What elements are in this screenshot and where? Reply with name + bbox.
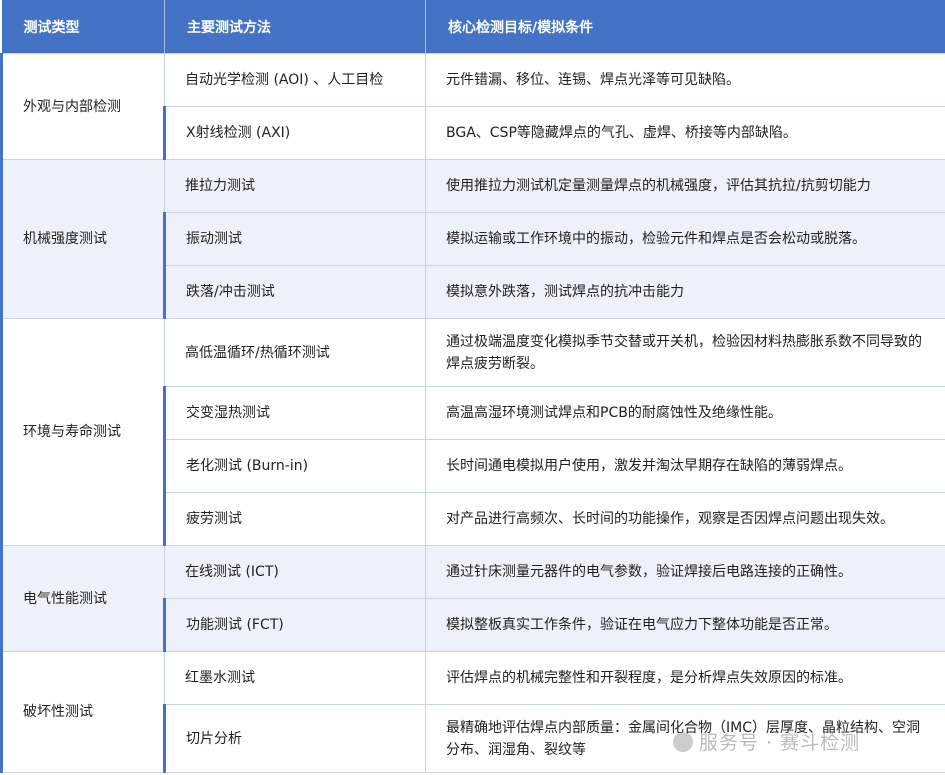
category-cell: 环境与寿命测试 bbox=[0, 318, 165, 546]
method-cell: 功能测试 (FCT) bbox=[163, 598, 426, 652]
category-cell: 电气性能测试 bbox=[0, 545, 165, 652]
method-cell: 红墨水测试 bbox=[164, 651, 426, 705]
watermark-text: 服务号 · 赛斗检测 bbox=[699, 732, 861, 754]
table-row: 环境与寿命测试 高低温循环/热循环测试 通过极端温度变化模拟季节交替或开关机，检… bbox=[0, 318, 945, 546]
method-cell: 振动测试 bbox=[163, 212, 426, 266]
account-icon bbox=[673, 732, 693, 752]
goal-cell: 长时间通电模拟用户使用，激发并淘汰早期存在缺陷的薄弱焊点。 bbox=[425, 439, 945, 493]
method-cell: X射线检测 (AXI) bbox=[163, 106, 426, 160]
goal-cell: 模拟运输或工作环境中的振动，检验元件和焊点是否会松动或脱落。 bbox=[425, 212, 945, 266]
category-cell: 破坏性测试 bbox=[0, 651, 165, 773]
watermark: 服务号 · 赛斗检测 bbox=[673, 728, 860, 755]
goal-cell: 对产品进行高频次、长时间的功能操作，观察是否因焊点问题出现失效。 bbox=[425, 492, 945, 546]
goal-cell: 高温高湿环境测试焊点和PCB的耐腐蚀性及绝缘性能。 bbox=[425, 386, 945, 440]
method-cell: 自动光学检测 (AOI) 、人工目检 bbox=[164, 53, 426, 107]
category-cell: 机械强度测试 bbox=[0, 159, 165, 319]
header-main-method: 主要测试方法 bbox=[164, 0, 426, 54]
method-cell: 在线测试 (ICT) bbox=[164, 545, 426, 599]
goal-cell: 评估焊点的机械完整性和开裂程度，是分析焊点失效原因的标准。 bbox=[425, 651, 945, 705]
category-cell: 外观与内部检测 bbox=[0, 53, 165, 160]
header-core-goal: 核心检测目标/模拟条件 bbox=[425, 0, 945, 54]
method-cell: 高低温循环/热循环测试 bbox=[164, 318, 426, 387]
goal-cell: 模拟整板真实工作条件，验证在电气应力下整体功能是否正常。 bbox=[425, 598, 945, 652]
test-methods-table: 测试类型 主要测试方法 核心检测目标/模拟条件 外观与内部检测 自动光学检测 (… bbox=[0, 0, 945, 773]
header-row: 测试类型 主要测试方法 核心检测目标/模拟条件 bbox=[1, 0, 945, 54]
method-cell: 老化测试 (Burn-in) bbox=[163, 439, 426, 493]
table-row: 电气性能测试 在线测试 (ICT) 通过针床测量元器件的电气参数，验证焊接后电路… bbox=[0, 545, 945, 652]
header-test-type: 测试类型 bbox=[1, 0, 165, 54]
method-cell: 疲劳测试 bbox=[163, 492, 426, 546]
method-cell: 推拉力测试 bbox=[164, 159, 426, 213]
goal-cell: 使用推拉力测试机定量测量焊点的机械强度，评估其抗拉/抗剪切能力 bbox=[425, 159, 945, 213]
goal-cell: BGA、CSP等隐藏焊点的气孔、虚焊、桥接等内部缺陷。 bbox=[425, 106, 945, 160]
table-row: 机械强度测试 推拉力测试 使用推拉力测试机定量测量焊点的机械强度，评估其抗拉/抗… bbox=[0, 159, 945, 319]
goal-cell: 通过针床测量元器件的电气参数，验证焊接后电路连接的正确性。 bbox=[425, 545, 945, 599]
goal-cell: 通过极端温度变化模拟季节交替或开关机，检验因材料热膨胀系数不同导致的焊点疲劳断裂… bbox=[425, 318, 945, 387]
goal-cell: 元件错漏、移位、连锡、焊点光泽等可见缺陷。 bbox=[425, 53, 945, 107]
goal-cell: 模拟意外跌落，测试焊点的抗冲击能力 bbox=[425, 265, 945, 319]
method-cell: 跌落/冲击测试 bbox=[163, 265, 426, 319]
method-cell: 交变湿热测试 bbox=[163, 386, 426, 440]
table-row: 破坏性测试 红墨水测试 评估焊点的机械完整性和开裂程度，是分析焊点失效原因的标准… bbox=[0, 651, 945, 773]
table-row: 外观与内部检测 自动光学检测 (AOI) 、人工目检 元件错漏、移位、连锡、焊点… bbox=[0, 53, 945, 160]
method-cell: 切片分析 bbox=[163, 704, 426, 773]
